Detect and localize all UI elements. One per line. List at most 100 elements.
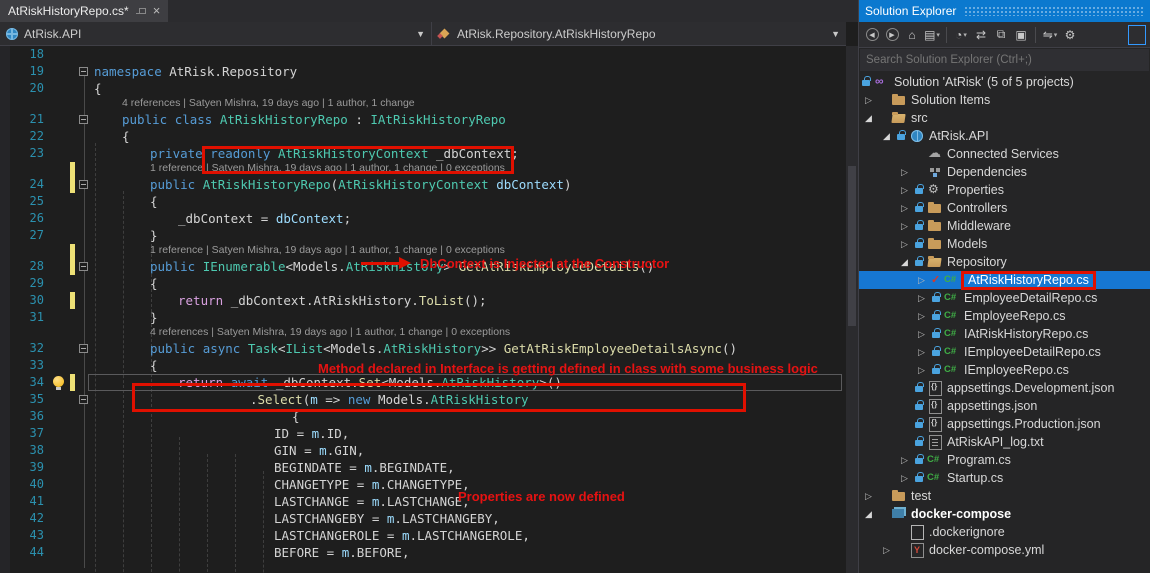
code-text[interactable]: { bbox=[92, 357, 158, 374]
collapse-arrow-icon[interactable]: ◢ bbox=[901, 257, 914, 268]
code-text[interactable]: { bbox=[92, 80, 102, 97]
tree-item-atriskapi-log-txt[interactable]: AtRiskAPI_log.txt bbox=[859, 433, 1150, 451]
tree-item-solution-atrisk-5-of-5-projects[interactable]: Solution 'AtRisk' (5 of 5 projects) bbox=[859, 73, 1150, 91]
code-line[interactable]: 19namespace AtRisk.Repository bbox=[0, 63, 846, 80]
tree-item-properties[interactable]: ▷Properties bbox=[859, 181, 1150, 199]
tree-item-connected-services[interactable]: Connected Services bbox=[859, 145, 1150, 163]
collapse-arrow-icon[interactable]: ◢ bbox=[883, 131, 896, 142]
code-line[interactable]: 20{ bbox=[0, 80, 846, 97]
expand-arrow-icon[interactable]: ▷ bbox=[865, 491, 878, 502]
collapse-arrow-icon[interactable]: ◢ bbox=[865, 509, 878, 520]
tree-item-appsettings-json[interactable]: appsettings.json bbox=[859, 397, 1150, 415]
tree-item-program-cs[interactable]: ▷Program.cs bbox=[859, 451, 1150, 469]
code-line[interactable]: 27} bbox=[0, 227, 846, 244]
partial-focused-icon[interactable] bbox=[1128, 25, 1146, 45]
show-all-files-icon[interactable]: ▣ bbox=[1012, 26, 1030, 44]
codelens-row[interactable]: 4 references | Satyen Mishra, 19 days ag… bbox=[0, 97, 846, 111]
expand-arrow-icon[interactable]: ▷ bbox=[883, 545, 896, 556]
chevron-down-icon[interactable]: ▼ bbox=[831, 29, 840, 39]
tree-item-repository[interactable]: ◢Repository bbox=[859, 253, 1150, 271]
code-line[interactable]: 32public async Task<IList<Models.AtRiskH… bbox=[0, 340, 846, 357]
expand-arrow-icon[interactable]: ▷ bbox=[901, 239, 914, 250]
expand-arrow-icon[interactable]: ▷ bbox=[901, 221, 914, 232]
expand-arrow-icon[interactable]: ▷ bbox=[918, 293, 931, 304]
code-text[interactable]: ID = m.ID, bbox=[92, 425, 349, 442]
expand-arrow-icon[interactable]: ▷ bbox=[901, 455, 914, 466]
code-text[interactable]: BEGINDATE = m.BEGINDATE, bbox=[92, 459, 455, 476]
tree-item-docker-compose-yml[interactable]: ▷docker-compose.yml bbox=[859, 541, 1150, 559]
pending-changes-filter-icon[interactable]: ◔▾ bbox=[952, 26, 970, 44]
collapse-arrow-icon[interactable]: ◢ bbox=[865, 113, 878, 124]
tree-item-middleware[interactable]: ▷Middleware bbox=[859, 217, 1150, 235]
code-line[interactable]: 41LASTCHANGE = m.LASTCHANGE, bbox=[0, 493, 846, 510]
tree-item-iemployeedetailrepo-cs[interactable]: ▷IEmployeeDetailRepo.cs bbox=[859, 343, 1150, 361]
code-text[interactable]: } bbox=[92, 227, 158, 244]
switch-views-icon[interactable]: ▤▾ bbox=[923, 26, 941, 44]
code-line[interactable]: 44BEFORE = m.BEFORE, bbox=[0, 544, 846, 561]
expand-arrow-icon[interactable]: ▷ bbox=[865, 95, 878, 106]
code-line[interactable]: 18 bbox=[0, 46, 846, 63]
expand-arrow-icon[interactable]: ▷ bbox=[901, 167, 914, 178]
code-text[interactable]: LASTCHANGE = m.LASTCHANGE, bbox=[92, 493, 470, 510]
sync-selection-icon[interactable]: ⇋▾ bbox=[1041, 26, 1059, 44]
code-line[interactable]: 31} bbox=[0, 309, 846, 326]
code-line[interactable]: 22{ bbox=[0, 128, 846, 145]
code-text[interactable]: LASTCHANGEROLE = m.LASTCHANGEROLE, bbox=[92, 527, 530, 544]
codelens-row[interactable]: 4 references | Satyen Mishra, 19 days ag… bbox=[0, 326, 846, 340]
code-line[interactable]: 21public class AtRiskHistoryRepo : IAtRi… bbox=[0, 111, 846, 128]
code-line[interactable]: 24public AtRiskHistoryRepo(AtRiskHistory… bbox=[0, 176, 846, 193]
tree-item-iemployeerepo-cs[interactable]: ▷IEmployeeRepo.cs bbox=[859, 361, 1150, 379]
code-line[interactable]: 29{ bbox=[0, 275, 846, 292]
pin-icon[interactable] bbox=[136, 6, 146, 16]
code-text[interactable]: } bbox=[92, 309, 158, 326]
code-line[interactable]: 42LASTCHANGEBY = m.LASTCHANGEBY, bbox=[0, 510, 846, 527]
code-text[interactable]: _dbContext = dbContext; bbox=[92, 210, 351, 227]
expand-arrow-icon[interactable]: ▷ bbox=[901, 185, 914, 196]
expand-arrow-icon[interactable]: ▷ bbox=[901, 203, 914, 214]
code-line[interactable]: 43LASTCHANGEROLE = m.LASTCHANGEROLE, bbox=[0, 527, 846, 544]
code-text[interactable]: public class AtRiskHistoryRepo : IAtRisk… bbox=[92, 111, 506, 128]
expand-arrow-icon[interactable]: ▷ bbox=[918, 329, 931, 340]
codelens-text[interactable]: 4 references | Satyen Mishra, 19 days ag… bbox=[92, 97, 415, 111]
expand-arrow-icon[interactable]: ▷ bbox=[918, 365, 931, 376]
code-line[interactable]: 26_dbContext = dbContext; bbox=[0, 210, 846, 227]
code-line[interactable]: 38GIN = m.GIN, bbox=[0, 442, 846, 459]
tree-item-employeerepo-cs[interactable]: ▷EmployeeRepo.cs bbox=[859, 307, 1150, 325]
code-text[interactable]: { bbox=[92, 275, 158, 292]
tab-atriskhistoryrepo[interactable]: AtRiskHistoryRepo.cs* × bbox=[0, 0, 168, 22]
tree-item-startup-cs[interactable]: ▷Startup.cs bbox=[859, 469, 1150, 487]
tree-item-controllers[interactable]: ▷Controllers bbox=[859, 199, 1150, 217]
code-text[interactable]: namespace AtRisk.Repository bbox=[92, 63, 297, 80]
outline-cell[interactable] bbox=[78, 111, 92, 128]
forward-icon[interactable]: ▶ bbox=[883, 26, 901, 44]
project-dropdown[interactable]: AtRisk.API ▼ bbox=[0, 22, 432, 45]
scrollbar-thumb[interactable] bbox=[848, 166, 856, 326]
close-icon[interactable]: × bbox=[153, 6, 161, 16]
outline-cell[interactable] bbox=[78, 391, 92, 408]
collapse-all-icon[interactable]: ⧉ bbox=[992, 26, 1010, 44]
code-line[interactable]: 30return _dbContext.AtRiskHistory.ToList… bbox=[0, 292, 846, 309]
tree-item-appsettings-production-json[interactable]: appsettings.Production.json bbox=[859, 415, 1150, 433]
code-text[interactable]: LASTCHANGEBY = m.LASTCHANGEBY, bbox=[92, 510, 500, 527]
expand-arrow-icon[interactable]: ▷ bbox=[918, 311, 931, 322]
code-text[interactable]: { bbox=[92, 128, 130, 145]
type-dropdown[interactable]: AtRisk.Repository.AtRiskHistoryRepo ▼ bbox=[432, 22, 846, 45]
code-line[interactable]: 40CHANGETYPE = m.CHANGETYPE, bbox=[0, 476, 846, 493]
outline-cell[interactable] bbox=[78, 258, 92, 275]
tree-item-employeedetailrepo-cs[interactable]: ▷EmployeeDetailRepo.cs bbox=[859, 289, 1150, 307]
code-text[interactable]: return _dbContext.AtRiskHistory.ToList()… bbox=[92, 292, 487, 309]
tree-item-solution-items[interactable]: ▷Solution Items bbox=[859, 91, 1150, 109]
code-text[interactable]: public AtRiskHistoryRepo(AtRiskHistoryCo… bbox=[92, 176, 571, 193]
outline-cell[interactable] bbox=[78, 340, 92, 357]
expand-arrow-icon[interactable]: ▷ bbox=[918, 347, 931, 358]
lightbulb-icon[interactable] bbox=[50, 374, 68, 391]
code-line[interactable]: 25{ bbox=[0, 193, 846, 210]
code-text[interactable]: BEFORE = m.BEFORE, bbox=[92, 544, 409, 561]
tree-item-atriskhistoryrepo-cs[interactable]: ▷✓AtRiskHistoryRepo.cs bbox=[859, 271, 1150, 289]
code-text[interactable]: public async Task<IList<Models.AtRiskHis… bbox=[92, 340, 737, 357]
code-editor[interactable]: 1819namespace AtRisk.Repository20{4 refe… bbox=[0, 46, 846, 573]
tree-item-dockerignore[interactable]: .dockerignore bbox=[859, 523, 1150, 541]
chevron-down-icon[interactable]: ▼ bbox=[416, 29, 425, 39]
code-text[interactable]: { bbox=[92, 193, 158, 210]
tree-item-docker-compose[interactable]: ◢docker-compose bbox=[859, 505, 1150, 523]
